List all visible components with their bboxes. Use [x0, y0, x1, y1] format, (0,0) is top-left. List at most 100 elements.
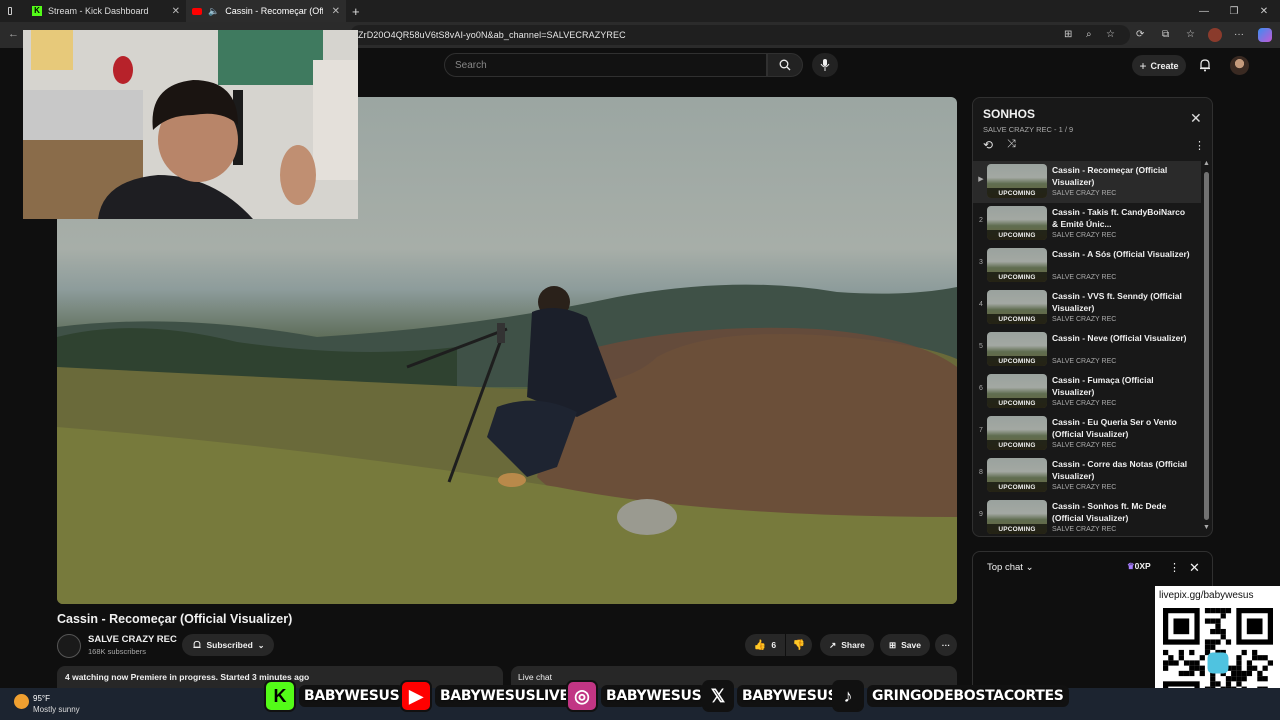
account-avatar[interactable] — [1230, 56, 1249, 75]
more-actions-button[interactable]: ··· — [935, 634, 957, 656]
shuffle-icon[interactable]: ⤨ — [1007, 138, 1016, 151]
playlist-item[interactable]: 3 UPCOMING Cassin - A Sós (Official Visual… — [973, 245, 1201, 287]
playlist-item-title[interactable]: Cassin - Eu Queria Ser o Vento (Official… — [1052, 416, 1190, 440]
playlist-item[interactable]: 8 UPCOMING Cassin - Corre das Notas (Offic… — [973, 455, 1201, 497]
restore-icon[interactable]: ❐ — [1217, 0, 1251, 22]
weather-icon[interactable] — [14, 694, 29, 709]
tab-youtube-video[interactable]: 🔈 Cassin - Recomeçar (Official ✕ — [186, 0, 346, 22]
tab-label: Stream - Kick Dashboard — [48, 6, 149, 16]
channel-avatar[interactable] — [57, 634, 81, 658]
kick-icon: K — [264, 680, 296, 712]
playlist-item-thumbnail[interactable]: UPCOMING — [987, 290, 1047, 324]
playlist-item-thumbnail[interactable]: UPCOMING — [987, 374, 1047, 408]
share-button[interactable]: ↗ Share — [820, 634, 874, 656]
playlist-item-index: 4 — [979, 301, 983, 308]
playlist-item-title[interactable]: Cassin - Neve (Official Visualizer) — [1052, 332, 1190, 344]
playlist-item-thumbnail[interactable]: UPCOMING — [987, 458, 1047, 492]
playlist-item-thumbnail[interactable]: UPCOMING — [987, 416, 1047, 450]
social-handle-text: BABYWESUSLIVE — [435, 685, 574, 707]
top-chat-dropdown[interactable]: Top chat ⌄ — [987, 562, 1034, 573]
playlist-item-channel: SALVE CRAZY REC — [1052, 232, 1117, 239]
microphone-icon — [820, 59, 830, 71]
close-window-icon[interactable]: ✕ — [1247, 0, 1280, 22]
like-button[interactable]: 👍 6 — [745, 634, 785, 656]
playlist-item-thumbnail[interactable]: UPCOMING — [987, 248, 1047, 282]
playlist-item-index: 9 — [979, 511, 983, 518]
playlist-item-thumbnail[interactable]: UPCOMING — [987, 206, 1047, 240]
search-input[interactable]: Search — [444, 53, 767, 77]
x-icon: 𝕏 — [702, 680, 734, 712]
minimize-icon[interactable]: — — [1187, 0, 1221, 22]
apps-icon[interactable]: ⊞ — [1064, 29, 1072, 40]
playlist-item-thumbnail[interactable]: UPCOMING — [987, 164, 1047, 198]
playlist-item-thumbnail[interactable]: UPCOMING — [987, 332, 1047, 366]
notifications-bell-icon[interactable] — [1198, 58, 1212, 72]
youtube-favicon-icon — [192, 7, 202, 15]
close-icon[interactable]: ✕ — [1190, 110, 1202, 127]
playlist-item[interactable]: 7 UPCOMING Cassin - Eu Queria Ser o Vento … — [973, 413, 1201, 455]
playlist-item-title[interactable]: Cassin - Corre das Notas (Official Visua… — [1052, 458, 1190, 482]
playlist-item-title[interactable]: Cassin - Takis ft. CandyBoiNarco & Emitê… — [1052, 206, 1190, 230]
save-button[interactable]: ⊞ Save — [880, 634, 930, 656]
tab-kick-dashboard[interactable]: K Stream - Kick Dashboard ✕ — [26, 0, 186, 22]
speaker-icon[interactable]: 🔈 — [208, 6, 219, 17]
instagram-icon: ◎ — [566, 680, 598, 712]
playlist-menu-icon[interactable]: ⋮ — [1194, 139, 1205, 152]
voice-search-button[interactable] — [812, 53, 838, 77]
create-button[interactable]: + Create — [1132, 55, 1186, 76]
playlist-item-title[interactable]: Cassin - A Sós (Official Visualizer) — [1052, 248, 1190, 260]
playlist-item-thumbnail[interactable]: UPCOMING — [987, 500, 1047, 534]
playlist-title[interactable]: SONHOS — [983, 107, 1035, 121]
social-handle-text: BABYWESUS — [299, 685, 405, 707]
extensions-icon[interactable]: ⟳ — [1136, 29, 1144, 40]
playlist-item[interactable]: 9 UPCOMING Cassin - Sonhos ft. Mc Dede (Of… — [973, 497, 1201, 536]
playlist-item-index: 5 — [979, 343, 983, 350]
more-horizontal-icon: ··· — [941, 640, 951, 650]
split-screen-icon[interactable]: ⧉ — [1162, 29, 1169, 40]
channel-name[interactable]: SALVE CRAZY REC — [88, 634, 177, 645]
close-chat-icon[interactable]: ✕ — [1189, 560, 1200, 576]
playlist-item-title[interactable]: Cassin - Fumaça (Official Visualizer) — [1052, 374, 1190, 398]
profile-icon[interactable] — [1208, 28, 1222, 42]
subscribed-label: Subscribed — [206, 640, 253, 650]
zoom-icon[interactable]: ⌕ — [1086, 29, 1092, 40]
loop-icon[interactable]: ⟲ — [983, 138, 993, 152]
social-handle: ♪ GRINGODEBOSTACORTES — [832, 679, 1069, 713]
playlist-item[interactable]: 6 UPCOMING Cassin - Fumaça (Official Visua… — [973, 371, 1201, 413]
dislike-button[interactable]: 👎 — [786, 634, 812, 656]
new-tab-button[interactable]: + — [346, 0, 366, 22]
favorite-star-icon[interactable]: ☆ — [1106, 29, 1115, 40]
copilot-icon[interactable] — [1258, 28, 1272, 42]
bell-icon — [192, 640, 201, 648]
chevron-down-icon: ⌄ — [1025, 562, 1034, 573]
collections-icon[interactable]: ☆ — [1186, 29, 1195, 40]
create-label: Create — [1150, 60, 1179, 71]
search-button[interactable] — [767, 53, 803, 77]
playlist-subtitle: SALVE CRAZY REC - 1 / 9 — [983, 125, 1074, 134]
playlist-item[interactable]: 5 UPCOMING Cassin - Neve (Official Visuali… — [973, 329, 1201, 371]
playlist-scrollbar[interactable] — [1204, 172, 1209, 520]
chat-menu-icon[interactable]: ⋮ — [1169, 561, 1180, 574]
more-icon[interactable]: ··· — [1234, 29, 1244, 40]
playlist-item-channel: SALVE CRAZY REC — [1052, 526, 1117, 533]
scroll-down-arrow-icon[interactable]: ▼ — [1203, 524, 1210, 531]
xp-badge[interactable]: ♛0XP — [1127, 561, 1151, 572]
playlist-item[interactable]: 2 UPCOMING Cassin - Takis ft. CandyBoiNarc… — [973, 203, 1201, 245]
playlist-item-title[interactable]: Cassin - VVS ft. Senndy (Official Visual… — [1052, 290, 1190, 314]
social-handle-text: GRINGODEBOSTACORTES — [867, 685, 1069, 707]
close-tab-icon[interactable]: ✕ — [172, 6, 180, 17]
back-icon[interactable]: ← — [8, 28, 19, 40]
scroll-up-arrow-icon[interactable]: ▲ — [1203, 160, 1210, 167]
playlist-item[interactable]: 4 UPCOMING Cassin - VVS ft. Senndy (Offici… — [973, 287, 1201, 329]
crown-icon: ♛ — [1127, 561, 1135, 571]
social-handle: K BABYWESUS — [264, 679, 405, 713]
upcoming-badge: UPCOMING — [987, 482, 1047, 492]
playlist-item-title[interactable]: Cassin - Recomeçar (Official Visualizer) — [1052, 164, 1190, 188]
weather-temperature: 95°F — [33, 694, 50, 703]
tab-actions-icon[interactable] — [0, 0, 12, 22]
playlist-item-title[interactable]: Cassin - Sonhos ft. Mc Dede (Official Vi… — [1052, 500, 1190, 524]
playlist-item[interactable]: ▶ UPCOMING Cassin - Recomeçar (Official Vi… — [973, 161, 1201, 203]
playlist-item-channel: SALVE CRAZY REC — [1052, 190, 1117, 197]
close-tab-icon[interactable]: ✕ — [332, 6, 340, 17]
subscribed-button[interactable]: Subscribed ⌄ — [182, 634, 274, 656]
